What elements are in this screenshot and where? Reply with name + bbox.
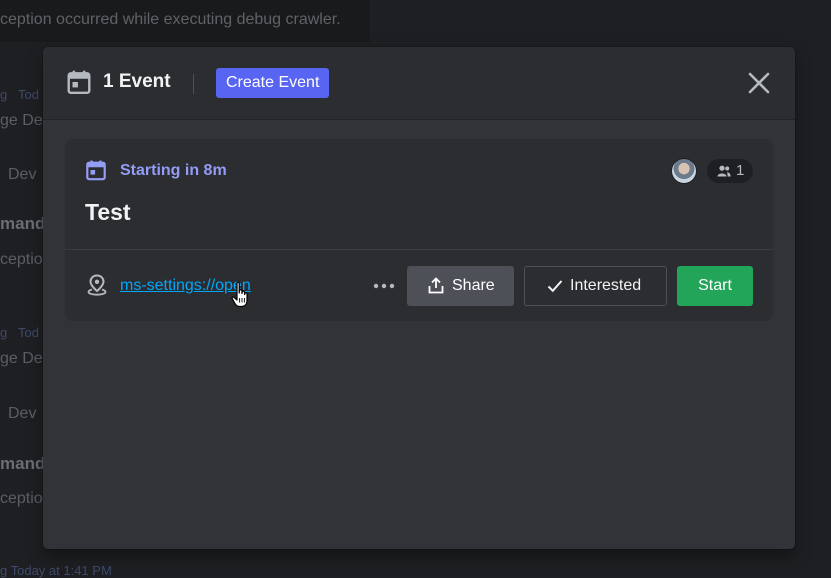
header-divider [193,74,194,94]
people-icon [717,165,731,177]
calendar-icon [86,160,106,181]
modal-title: 1 Event [103,71,171,92]
hand-cursor-icon [231,281,248,308]
interested-count: 1 [736,162,745,179]
background-message-line: mand [0,214,46,233]
background-message-line: Tod [18,325,39,340]
calendar-icon [67,70,91,95]
modal-header: 1 Event Create Event [43,47,795,120]
share-label: Share [452,277,495,294]
creator-avatar[interactable] [671,158,697,184]
event-title: Test [85,199,131,225]
more-options-icon[interactable] [371,275,397,297]
background-message-line: g Today at 1:41 PM [0,563,112,578]
start-event-button[interactable]: Start [677,266,753,306]
event-card-header: Starting in 8m Test 1 [65,139,773,250]
background-error-bar: ception occurred while executing debug c… [0,0,370,42]
background-message-line: ge De [0,350,43,367]
event-card-footer: ms-settings://open Share Interested Star… [65,250,773,321]
background-error-text: ception occurred while executing debug c… [0,11,341,28]
event-start-status: Starting in 8m [120,162,227,179]
background-message-line: Dev [8,405,37,422]
background-message-line: Dev [8,166,37,183]
interested-button[interactable]: Interested [524,266,667,306]
background-message-line: Tod [18,87,39,102]
close-icon[interactable] [744,68,774,98]
location-pin-icon [87,274,107,296]
background-message-line: mand [0,454,46,473]
share-icon [428,277,444,294]
create-event-button[interactable]: Create Event [216,68,330,98]
checkmark-icon [547,280,563,293]
event-card[interactable]: Starting in 8m Test 1 ms-settings://open [65,139,773,321]
interested-count-badge[interactable]: 1 [707,159,753,183]
background-message-line: g [0,87,8,102]
share-button[interactable]: Share [407,266,514,306]
interested-label: Interested [570,277,642,294]
background-message-line: g [0,325,8,340]
events-modal: 1 Event Create Event Starting in 8m Test [43,47,795,549]
